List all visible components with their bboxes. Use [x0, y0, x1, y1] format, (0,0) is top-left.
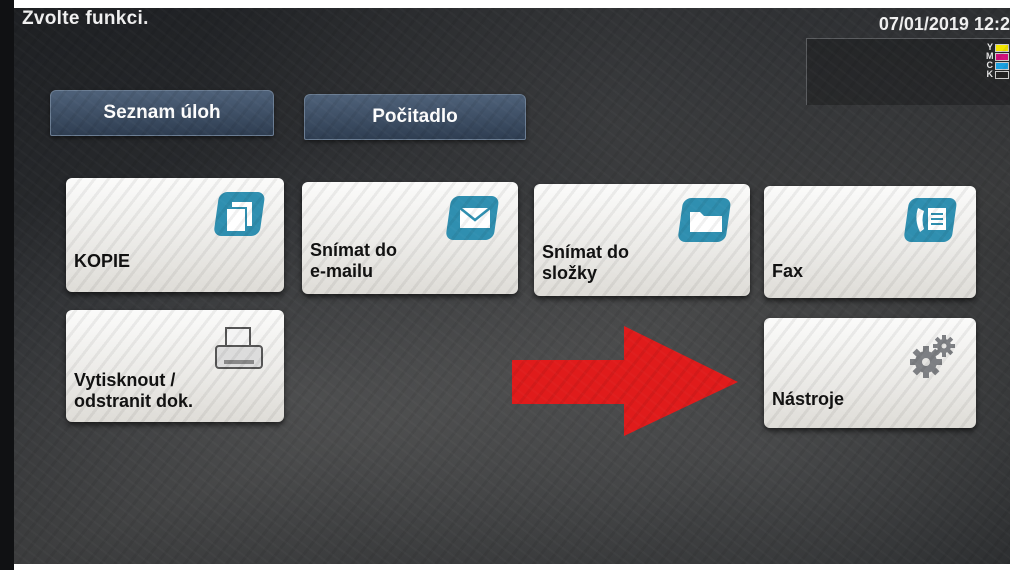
counter-button[interactable]: Počitadlo	[304, 94, 526, 140]
scan-to-email-label: Snímat do e-mailu	[310, 240, 398, 281]
scan-to-folder-tile[interactable]: Snímat do složky	[534, 184, 750, 296]
device-bezel	[0, 0, 14, 570]
fax-phone-icon	[902, 194, 964, 253]
toner-level-indicator: Y M C K	[806, 38, 1010, 105]
copy-tile[interactable]: KOPIE	[66, 178, 284, 292]
tools-label: Nástroje	[772, 389, 845, 409]
touch-screen: Zvolte funkci. 07/01/2019 12:20 Y M C K …	[14, 8, 1010, 564]
fax-label: Fax	[772, 261, 804, 281]
print-delete-document-label: Vytisknout / odstranit dok.	[74, 370, 194, 411]
gears-icon	[904, 332, 962, 387]
printer-document-icon	[212, 326, 270, 383]
scan-to-folder-label: Snímat do složky	[542, 242, 630, 283]
red-arrow-icon	[512, 326, 738, 436]
scan-to-email-tile[interactable]: Snímat do e-mailu	[302, 182, 518, 294]
tools-tile[interactable]: Nástroje	[764, 318, 976, 428]
folder-icon	[676, 194, 738, 253]
page-title: Zvolte funkci.	[22, 8, 149, 29]
envelope-icon	[444, 192, 506, 251]
date-time: 07/01/2019 12:20	[878, 14, 1010, 34]
copy-icon	[212, 188, 272, 247]
toner-black: K	[986, 70, 1009, 79]
print-delete-document-tile[interactable]: Vytisknout / odstranit dok.	[66, 310, 284, 422]
fax-tile[interactable]: Fax	[764, 186, 976, 298]
copy-label: KOPIE	[74, 251, 131, 271]
job-list-button[interactable]: Seznam úloh	[50, 90, 274, 136]
